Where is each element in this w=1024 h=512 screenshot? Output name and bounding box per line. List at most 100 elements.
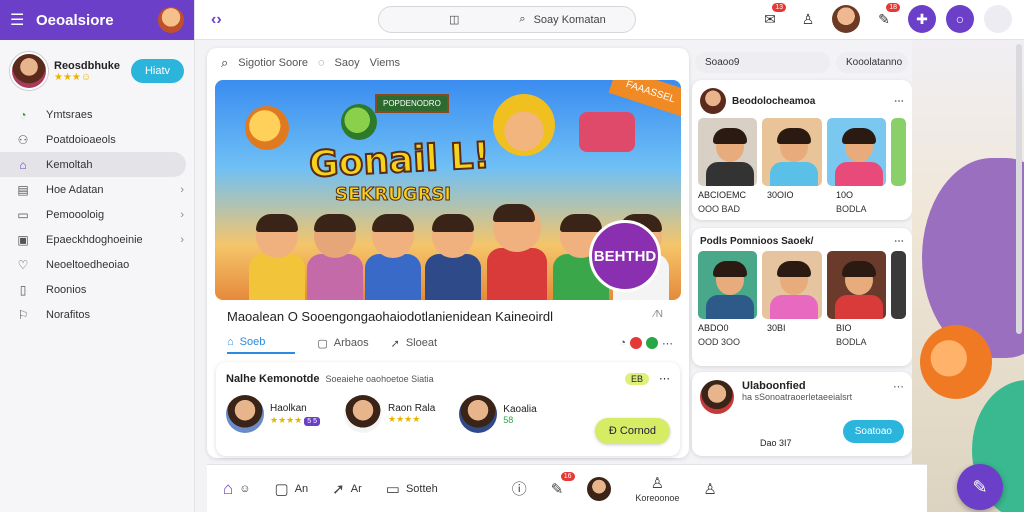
sidebar-item-0[interactable]: ◔ Ymtsraes	[0, 102, 194, 127]
notifications-button[interactable]: ✎ 16	[550, 471, 575, 498]
right-search-input[interactable]: Soaoo9	[695, 52, 830, 73]
sidebar-item-4[interactable]: ▭ Pemoooloig ›	[0, 202, 194, 227]
creators-card: Beodolocheamoa ⋯ ABCIOEMC 30OIO 10O OOO …	[692, 80, 912, 220]
more-icon[interactable]: ⋯	[662, 337, 673, 350]
top-bar: ‹› ◫ ⌕ Soay Komatan ✉ 13 ♙ ✎ 18 ✚ ○	[195, 0, 1024, 40]
scrollbar[interactable]	[1016, 44, 1022, 334]
thumb-label: 30BI	[767, 323, 786, 333]
user-avatar-icon[interactable]	[832, 5, 860, 33]
mini-profile-card: Ulaboonfied ha sSonoatraoerletaeeialsrt …	[692, 372, 912, 456]
info-button[interactable]: ⓘ	[512, 478, 527, 499]
chat-icon: ◔	[19, 107, 27, 122]
share-button[interactable]: ➚ Sloeat	[391, 332, 437, 354]
video-thumb[interactable]	[698, 251, 758, 319]
video-thumb[interactable]	[891, 251, 907, 319]
sidebar-item-8[interactable]: ⚐ Norafitos	[0, 302, 194, 327]
profile-button[interactable]	[587, 476, 612, 501]
mascot-avatar-icon[interactable]	[158, 7, 184, 33]
more-icon[interactable]: ⋯	[659, 372, 670, 385]
banner-title: Gonail L!	[307, 134, 492, 186]
more-icon[interactable]: ⋯	[893, 380, 904, 393]
thumb-label: 30OIO	[767, 190, 794, 200]
user-name: Reosdbhuke	[54, 59, 121, 72]
thumb-sublabel: BODLA	[836, 204, 867, 214]
add-icon[interactable]: ✚	[908, 5, 936, 33]
thumb-sublabel	[767, 204, 831, 214]
hamburger-menu-icon[interactable]: ☰	[10, 10, 36, 30]
reactions[interactable]: ◔ ⋯	[619, 337, 673, 350]
video-thumb[interactable]	[762, 118, 822, 186]
thumb-label: 10O	[836, 190, 854, 200]
purple-blob-shape	[922, 158, 1024, 358]
comment-button[interactable]: ▢ Arbaos	[317, 332, 368, 354]
user-avatar[interactable]	[10, 52, 48, 90]
person-card[interactable]: Haolkan ★★★★ 5 5	[226, 395, 321, 433]
notifications-icon[interactable]: ✎ 18	[870, 3, 900, 33]
bell-icon[interactable]: ♙	[794, 5, 822, 33]
bottom-item-0[interactable]: ▢ An	[275, 480, 309, 498]
video-thumb[interactable]	[891, 118, 907, 186]
account-button[interactable]: ♙ Koreoonoe	[635, 474, 679, 503]
tab-2[interactable]: Viems	[370, 57, 400, 69]
video-thumb[interactable]	[826, 118, 887, 186]
search-icon: ⌕	[519, 13, 526, 25]
hero-banner[interactable]: POPDENODRO FAAASSEL Gonail L! SEKRUGRSI …	[215, 80, 681, 300]
right-filter-pill[interactable]: Kooolatanno	[836, 52, 908, 73]
like-button[interactable]: ⌂ Soeb	[227, 332, 296, 354]
messages-icon[interactable]: ✉ 13	[756, 3, 786, 33]
sidebar-item-label: Norafitos	[46, 308, 91, 321]
person-name: Raon Rala	[388, 403, 436, 414]
post-close[interactable]: ⁄N	[654, 309, 663, 320]
tab-0[interactable]: Sigotior Soore	[238, 57, 308, 69]
bottom-item-2[interactable]: ▭ Sotteh	[386, 480, 438, 498]
person-card[interactable]: Kaoalia 58	[459, 395, 537, 433]
profile-action-button[interactable]: Hiatv	[130, 59, 184, 83]
search-icon[interactable]: ⌕	[221, 55, 228, 71]
video-thumb[interactable]	[762, 251, 822, 319]
chat-icon: ▭	[385, 480, 400, 498]
person-rating: ★★★★	[270, 414, 303, 425]
sidebar-item-5[interactable]: ▣ Epaeckhdoghoeinie ›	[0, 227, 194, 252]
friend-button[interactable]: ♙	[703, 480, 716, 498]
circle-icon[interactable]: ○	[946, 5, 974, 33]
search-bar[interactable]: ◫ ⌕ Soay Komatan	[378, 6, 636, 33]
toggle-icon[interactable]	[984, 5, 1012, 33]
sidebar-item-2[interactable]: ⌂ Kemoltah	[0, 152, 186, 177]
more-icon[interactable]: ⋯	[894, 96, 904, 107]
alerts-badge: 18	[886, 3, 900, 12]
video-thumb[interactable]	[826, 251, 887, 319]
banner-stamp[interactable]: BEHTHD	[589, 220, 661, 292]
home-button[interactable]: ⌂ ☺	[223, 479, 251, 499]
video-thumb[interactable]	[698, 118, 758, 186]
sidebar-item-7[interactable]: ▯ Roonios	[0, 277, 194, 302]
trending-card: Podls Pomnioos Saoek/ ⋯ ABDO0 30BI BIO O…	[692, 228, 912, 366]
mini-title: Ulaboonfied	[742, 380, 806, 392]
bottom-item-label: Ar	[350, 482, 362, 495]
book-icon[interactable]: ◫	[449, 13, 459, 26]
mini-action-button[interactable]: Soatoao	[842, 420, 904, 443]
connect-button[interactable]: Ð Cornod	[594, 418, 670, 444]
back-chevrons-icon[interactable]: ‹›	[211, 11, 241, 29]
list-icon: ▤	[17, 182, 29, 197]
sidebar-item-1[interactable]: ⚇ Poatdoioaeols	[0, 127, 194, 152]
sidebar-item-6[interactable]: ♡ Neoeltoedheoiao	[0, 252, 194, 277]
thumb-sublabel: OOO BAD	[698, 204, 741, 214]
sidebar-item-label: Kemoltah	[46, 158, 93, 171]
person-avatar	[459, 395, 498, 433]
compose-fab-icon[interactable]: ✎	[957, 464, 1003, 510]
sidebar-item-label: Neoeltoedheoiao	[46, 258, 130, 271]
share-icon: ➚	[332, 480, 345, 498]
notification-icon: ✎	[550, 480, 564, 498]
person-card[interactable]: Raon Rala ★★★★	[344, 395, 435, 433]
tab-1[interactable]: Saoy	[335, 57, 360, 69]
kid-figure	[487, 204, 547, 300]
brand-logo[interactable]: Oeoalsiore	[36, 12, 158, 29]
heart-icon: ♡	[17, 257, 29, 272]
kid-figure	[307, 214, 363, 300]
sidebar-item-3[interactable]: ▤ Hoe Adatan ›	[0, 177, 194, 202]
banner-sign: POPDENODRO	[375, 94, 449, 113]
card-title: Podls Pomnioos Saoek/	[700, 236, 814, 247]
decorative-background	[912, 40, 1024, 512]
more-icon[interactable]: ⋯	[894, 236, 904, 247]
bottom-item-1[interactable]: ➚ Ar	[332, 480, 362, 498]
